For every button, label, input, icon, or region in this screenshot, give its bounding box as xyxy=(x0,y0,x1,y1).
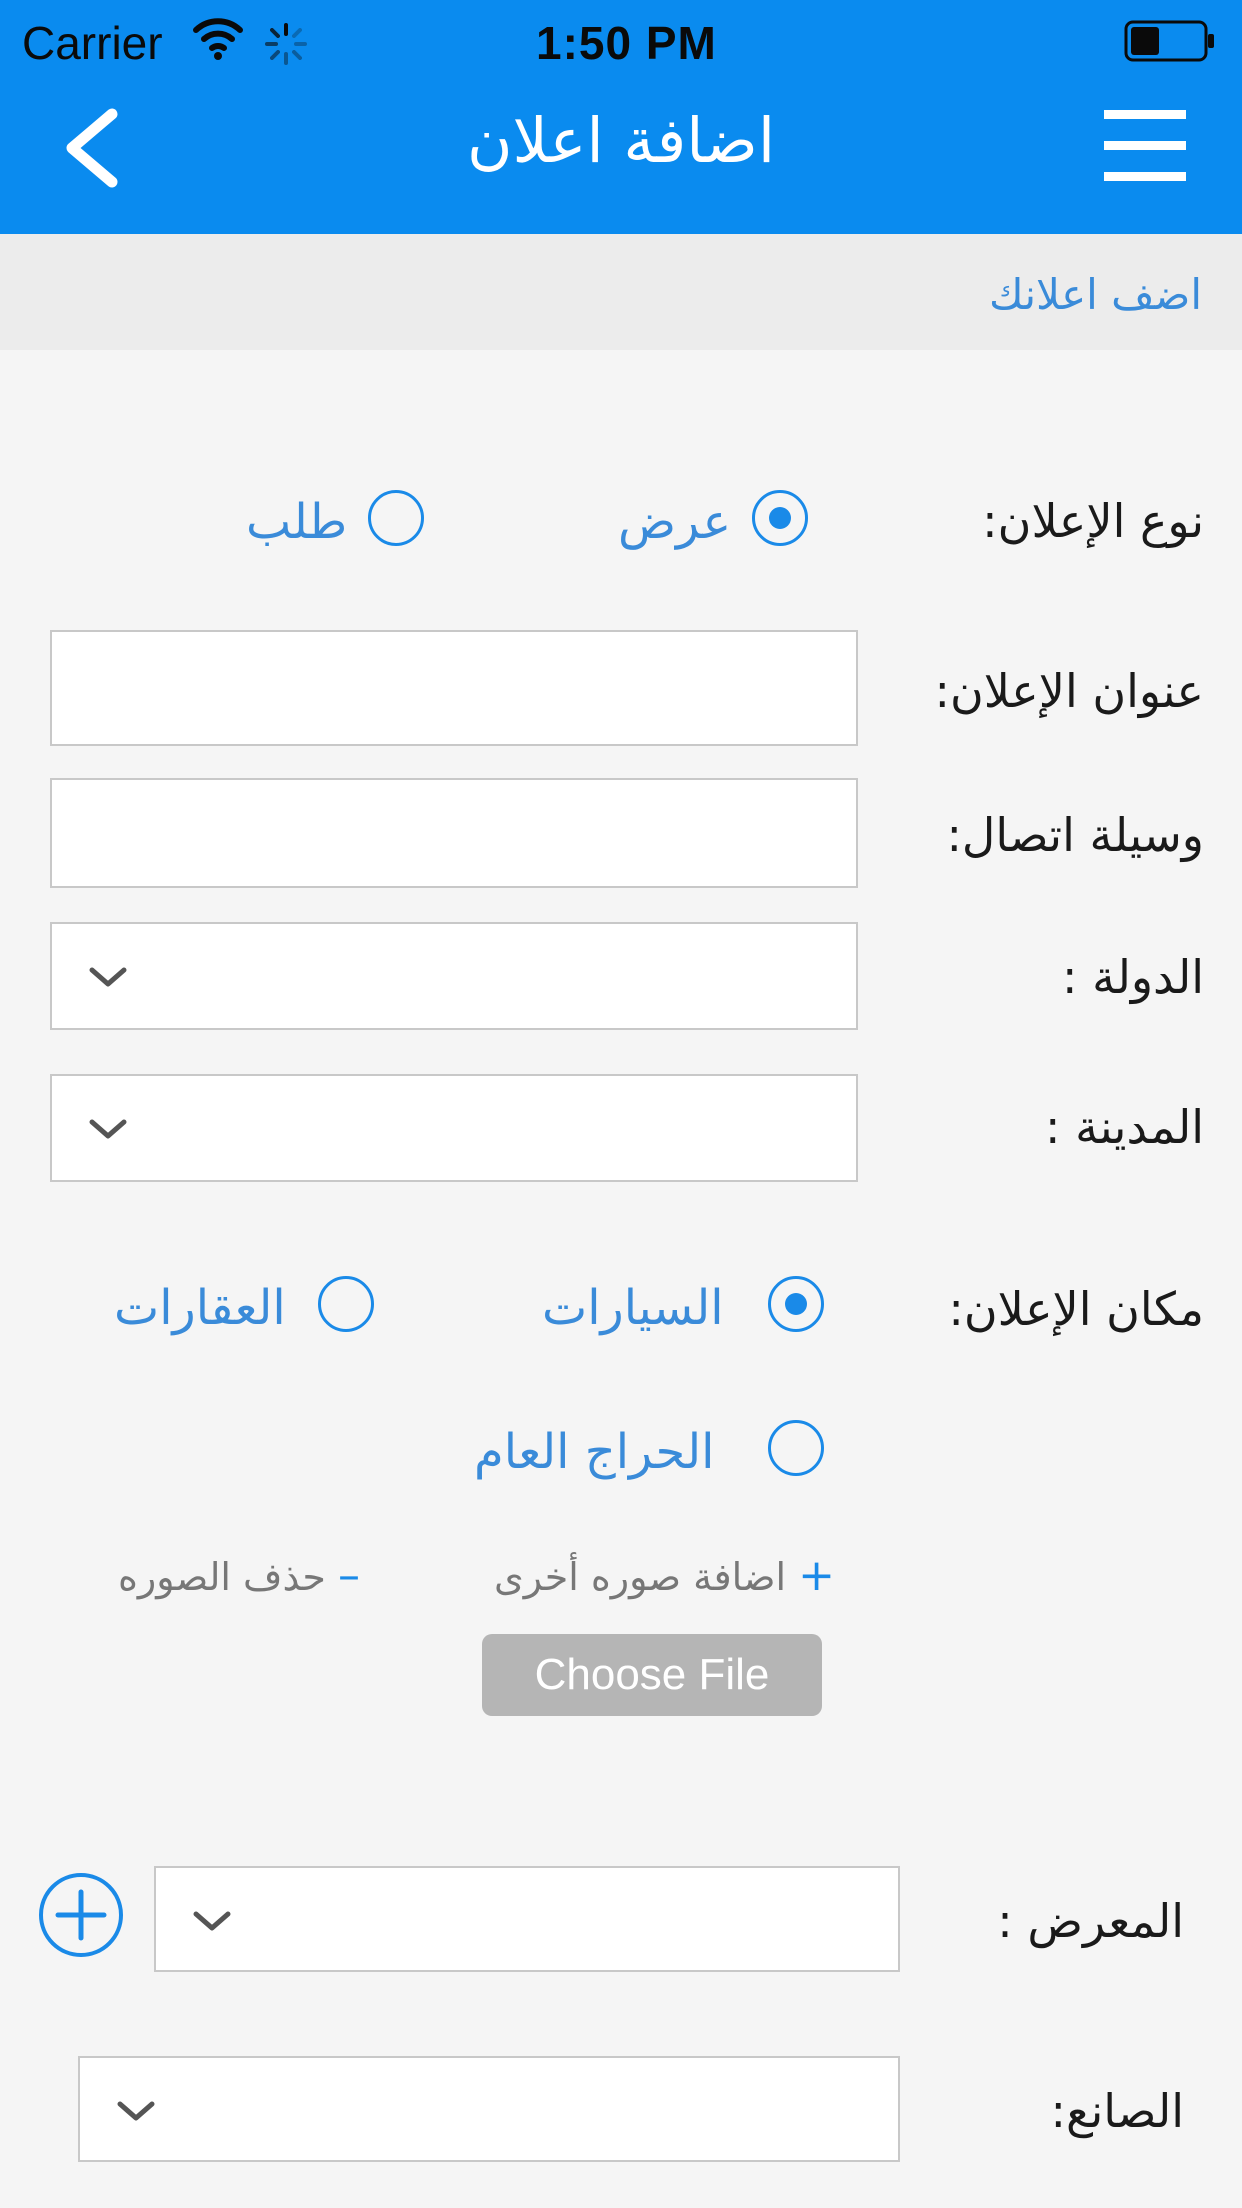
loading-spinner-icon xyxy=(265,23,307,65)
carrier-name: Carrier xyxy=(22,17,163,69)
choose-file-button[interactable]: Choose File xyxy=(482,1634,822,1716)
ad-type-offer-radio[interactable] xyxy=(752,490,808,546)
chevron-down-icon xyxy=(193,1911,231,1931)
country-select[interactable] xyxy=(50,922,858,1030)
app-header: Carrier 1:50 PM اضافة اعلان xyxy=(0,0,1242,234)
ad-place-general-radio[interactable] xyxy=(768,1420,824,1476)
wifi-icon xyxy=(193,18,243,60)
ad-place-realestate-radio[interactable] xyxy=(318,1276,374,1332)
ad-type-label: نوع الإعلان: xyxy=(982,494,1204,548)
showroom-label: المعرض : xyxy=(997,1894,1184,1948)
ad-place-cars-label: السيارات xyxy=(542,1280,724,1336)
add-showroom-button[interactable] xyxy=(38,1872,124,1958)
hamburger-menu-icon xyxy=(1104,110,1186,119)
add-image-link[interactable]: + اضافة صوره أخرى xyxy=(494,1550,835,1601)
contact-input[interactable] xyxy=(50,778,858,888)
city-label: المدينة : xyxy=(1044,1100,1204,1154)
manufacturer-select[interactable] xyxy=(78,2056,900,2162)
chevron-down-icon xyxy=(117,2101,155,2121)
minus-icon: – xyxy=(337,1550,360,1601)
battery-icon xyxy=(1124,20,1214,62)
menu-button[interactable] xyxy=(1104,110,1186,182)
ad-place-cars-radio[interactable] xyxy=(768,1276,824,1332)
ad-type-request-radio[interactable] xyxy=(368,490,424,546)
chevron-down-icon xyxy=(89,1119,127,1139)
ad-place-realestate-label: العقارات xyxy=(114,1280,286,1336)
plus-icon: + xyxy=(798,1550,835,1601)
manufacturer-label: الصانع: xyxy=(1050,2084,1185,2138)
ad-type-offer-label: عرض xyxy=(618,494,732,550)
status-time: 1:50 PM xyxy=(536,17,717,69)
section-header: اضف اعلانك xyxy=(0,234,1242,350)
remove-image-label: حذف الصوره xyxy=(118,1555,326,1599)
contact-label: وسيلة اتصال: xyxy=(946,808,1204,862)
section-title: اضف اعلانك xyxy=(988,270,1202,319)
ad-place-label: مكان الإعلان: xyxy=(948,1282,1204,1336)
remove-image-link[interactable]: – حذف الصوره xyxy=(118,1550,360,1601)
showroom-select[interactable] xyxy=(154,1866,900,1972)
add-image-label: اضافة صوره أخرى xyxy=(494,1555,787,1599)
ad-type-request-label: طلب xyxy=(246,494,348,550)
ad-place-general-label: الحراج العام xyxy=(474,1424,715,1480)
ad-title-label: عنوان الإعلان: xyxy=(934,664,1204,718)
ad-title-input[interactable] xyxy=(50,630,858,746)
chevron-down-icon xyxy=(89,967,127,987)
page-title: اضافة اعلان xyxy=(466,104,776,177)
country-label: الدولة : xyxy=(1062,950,1204,1004)
city-select[interactable] xyxy=(50,1074,858,1182)
